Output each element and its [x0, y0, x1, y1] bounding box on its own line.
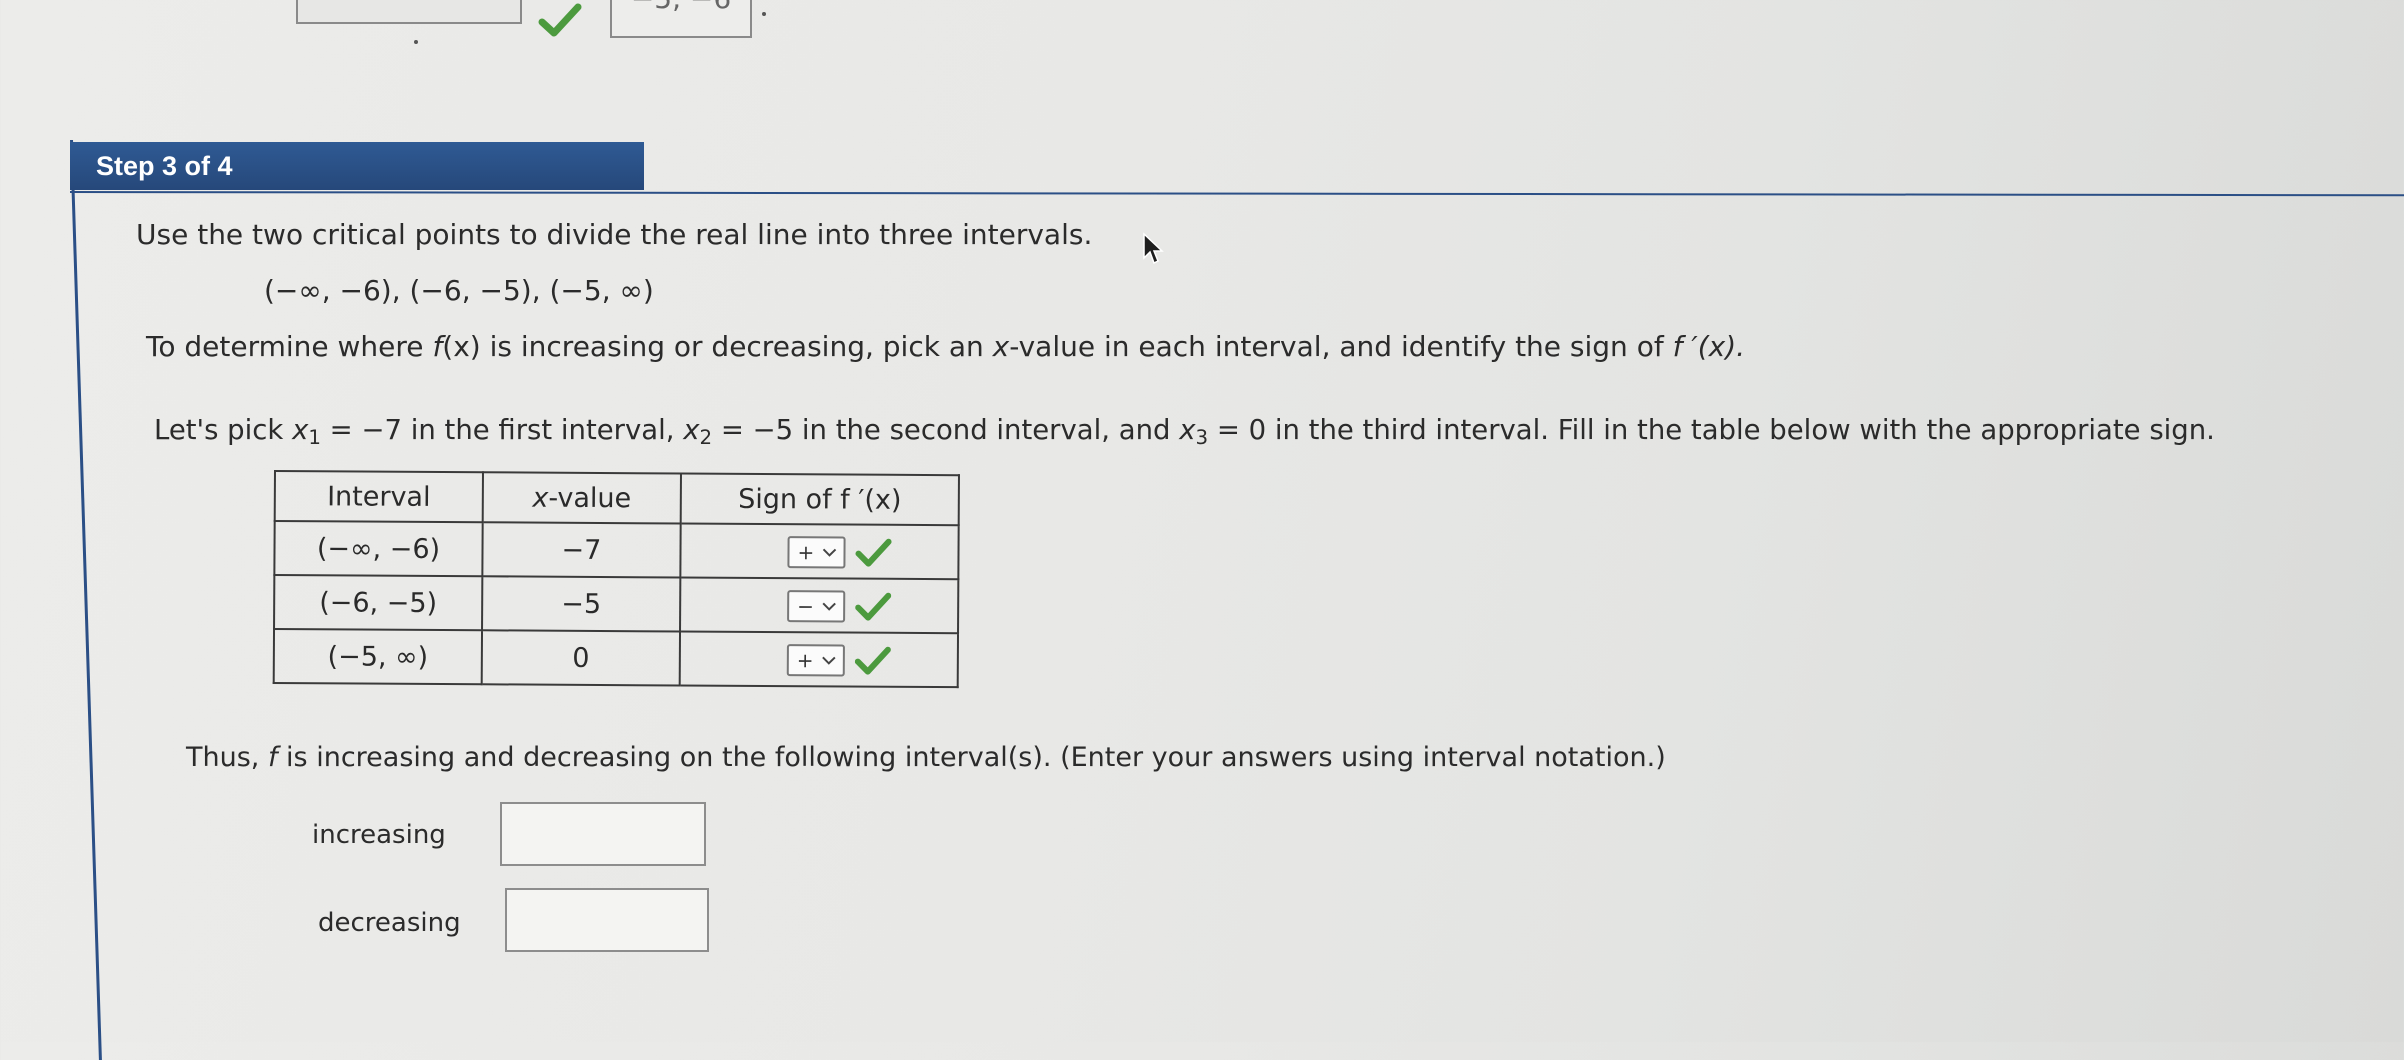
text-fragment: is increasing and decreasing on the foll…	[277, 742, 1666, 773]
step-frame-border	[70, 140, 190, 1060]
sign-select-wrap: +	[786, 643, 891, 677]
subscript: 1	[308, 425, 321, 449]
table-row: (−5, ∞) 0 +	[273, 629, 959, 688]
text-fragment: Thus,	[186, 742, 268, 773]
variable-symbol: x	[683, 414, 700, 446]
instruction-conclusion: Thus, f is increasing and decreasing on …	[186, 742, 1666, 773]
decreasing-label: decreasing	[318, 908, 461, 938]
variable-symbol: x	[532, 482, 549, 514]
sign-select[interactable]: −	[787, 589, 846, 622]
cell-interval: (−∞, −6)	[274, 521, 483, 577]
instruction-pick-values: Let's pick x1 = −7 in the first interval…	[154, 414, 2215, 449]
correct-check-icon	[854, 646, 891, 675]
variable-symbol: x	[1179, 414, 1196, 446]
table-row: (−∞, −6) −7 +	[274, 521, 959, 580]
instruction-intervals: Use the two critical points to divide th…	[136, 218, 1093, 251]
cell-sign: −	[680, 577, 959, 634]
intervals-list: (−∞, −6), (−6, −5), (−5, ∞)	[264, 274, 654, 307]
text-fragment: (x) is increasing or decreasing, pick an	[442, 330, 993, 363]
subscript: 3	[1195, 425, 1209, 449]
sign-select-value: +	[797, 539, 815, 564]
subscript: 2	[699, 425, 713, 449]
previous-answer-field[interactable]: −5, −6	[610, 0, 752, 38]
step-header-rule	[69, 191, 2404, 197]
correct-check-icon	[855, 538, 892, 567]
sign-select-value: −	[797, 593, 815, 618]
cell-x-value: −7	[482, 522, 681, 578]
sign-select[interactable]: +	[786, 643, 845, 676]
previous-answer-text: −5, −6	[631, 0, 731, 15]
text-fragment: = −5 in the second interval, and	[712, 414, 1180, 446]
variable-symbol: x	[992, 330, 1010, 363]
table-header-row: Interval x-value Sign of f ′(x)	[274, 471, 959, 526]
sign-select-wrap: −	[787, 589, 892, 623]
cell-x-value: −5	[482, 576, 681, 632]
header-sign: Sign of f ′(x)	[680, 473, 959, 526]
stray-dot	[414, 40, 418, 44]
correct-check-icon	[538, 3, 582, 37]
cell-interval: (−5, ∞)	[273, 629, 483, 685]
previous-answer-dropdown[interactable]	[296, 0, 522, 24]
header-text: -value	[548, 482, 632, 514]
increasing-label: increasing	[312, 820, 446, 850]
chevron-down-icon	[822, 656, 836, 665]
header-interval: Interval	[274, 471, 483, 523]
cell-sign: +	[680, 523, 959, 580]
instruction-sign: To determine where f(x) is increasing or…	[146, 330, 1745, 363]
variable-symbol: x	[292, 414, 309, 446]
cell-x-value: 0	[481, 630, 681, 686]
sign-select-value: +	[796, 647, 814, 672]
cell-interval: (−6, −5)	[274, 575, 483, 631]
decreasing-input[interactable]	[505, 888, 709, 952]
chevron-down-icon	[822, 548, 837, 557]
text-fragment: Let's pick	[154, 414, 293, 446]
function-symbol: f	[432, 330, 443, 363]
correct-check-icon	[855, 592, 892, 621]
sign-select[interactable]: +	[787, 535, 846, 568]
stray-dot	[762, 12, 766, 16]
table-row: (−6, −5) −5 −	[274, 575, 959, 634]
cell-sign: +	[679, 631, 959, 688]
text-fragment: = 0 in the third interval. Fill in the t…	[1208, 414, 2215, 446]
text-fragment: To determine where	[146, 330, 433, 363]
increasing-input[interactable]	[500, 802, 706, 866]
derivative-symbol: f ′(x).	[1672, 330, 1746, 363]
step-header: Step 3 of 4	[70, 142, 644, 190]
sign-table: Interval x-value Sign of f ′(x) (−∞, −6)…	[273, 470, 960, 688]
mouse-cursor-icon	[1143, 232, 1164, 265]
text-fragment: -value in each interval, and identify th…	[1009, 330, 1673, 363]
sign-select-wrap: +	[787, 535, 892, 569]
text-fragment: = −7 in the first interval,	[320, 414, 684, 446]
header-x-value: x-value	[482, 472, 681, 524]
chevron-down-icon	[822, 602, 836, 611]
